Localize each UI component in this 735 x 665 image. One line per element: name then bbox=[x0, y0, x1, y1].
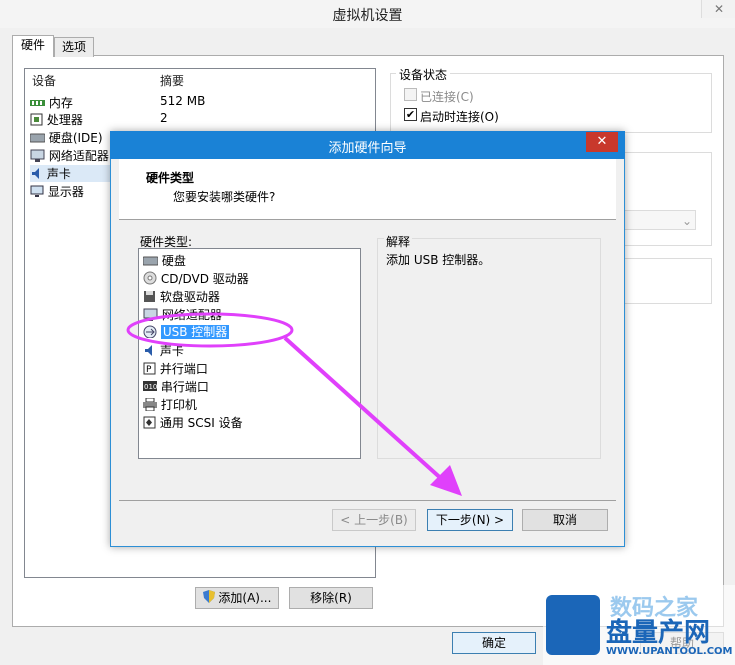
annotation-overlay bbox=[126, 312, 462, 496]
tab-hardware[interactable]: 硬件 bbox=[12, 35, 54, 57]
highlight-ellipse bbox=[126, 312, 294, 348]
pointer-arrow-line bbox=[283, 336, 447, 484]
watermark-logo-icon bbox=[546, 595, 600, 655]
watermark-line2: 盘量产网 bbox=[606, 618, 711, 648]
arrow-head-icon bbox=[430, 465, 462, 496]
watermark-line3: WWW.UPANTOOL.COM bbox=[606, 646, 733, 657]
